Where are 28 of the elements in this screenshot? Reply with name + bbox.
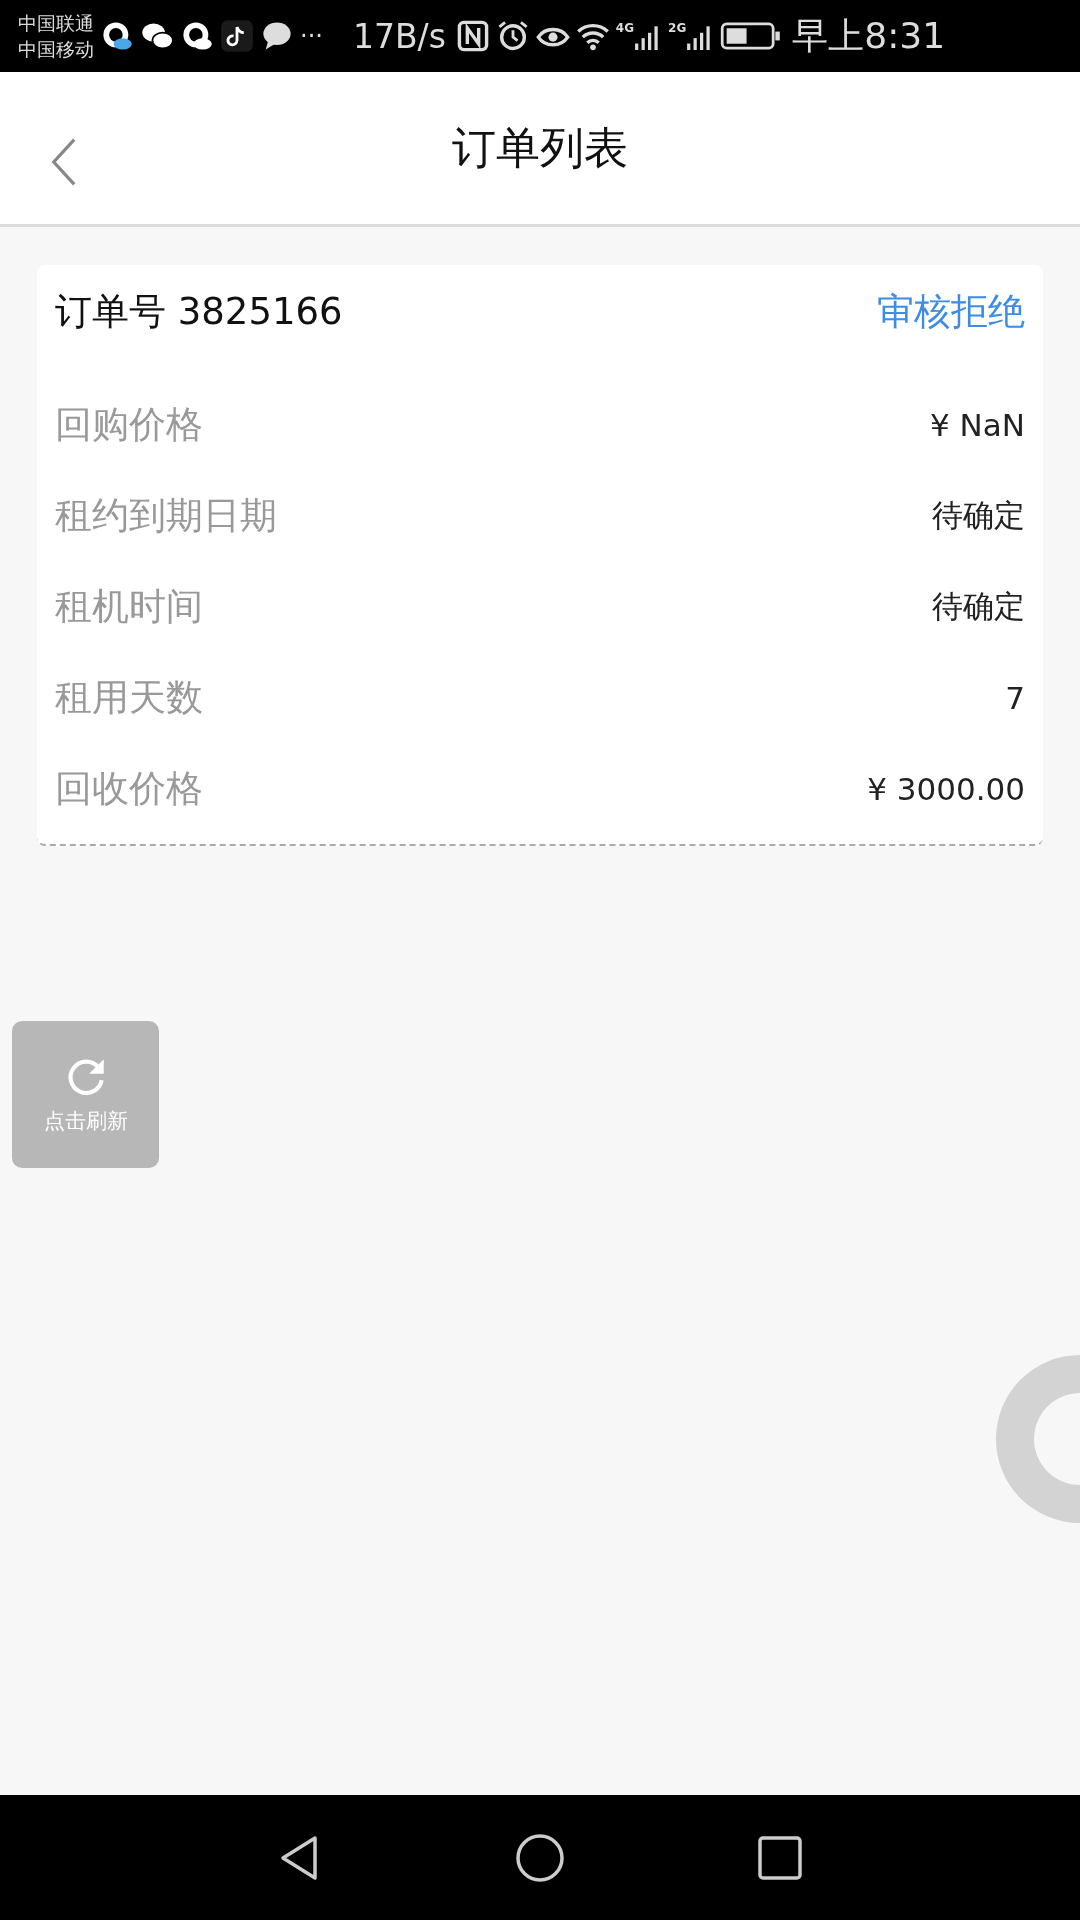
page-title: 订单列表: [452, 120, 628, 175]
app-icon: [180, 19, 214, 53]
clock-time: 早上8:31: [792, 13, 946, 58]
field-label: 回购价格: [55, 401, 203, 448]
order-status: 审核拒绝: [877, 289, 1025, 335]
order-card[interactable]: 订单号 3825166 审核拒绝 回购价格 ¥ NaN 租约到期日期 待确定 租机时间 待确定 租用天数 7 回收价格 ¥ 3000.00: [37, 265, 1043, 846]
network-type: 2G: [668, 21, 687, 35]
back-icon[interactable]: [50, 136, 78, 188]
field-value: ¥ NaN: [930, 406, 1025, 443]
music-note-icon: [220, 19, 254, 53]
field-value: 待确定: [932, 586, 1025, 626]
home-circle-icon[interactable]: [515, 1832, 565, 1883]
network-speed: 17B/s: [352, 16, 446, 56]
order-number: 订单号 3825166: [55, 289, 343, 335]
field-value: 7: [1005, 679, 1025, 716]
carrier-name: 中国联通: [18, 11, 94, 36]
field-label: 租约到期日期: [55, 492, 277, 539]
field-label: 租用天数: [55, 674, 203, 721]
field-label: 回收价格: [55, 765, 203, 812]
field-value: ¥ 3000.00: [867, 770, 1025, 807]
network-type: 4G: [615, 21, 635, 35]
nfc-icon: [455, 19, 490, 53]
field-value: 待确定: [932, 495, 1025, 535]
carrier-name: 中国移动: [18, 37, 94, 62]
more-notifications: ···: [300, 22, 323, 50]
battery-icon: [720, 19, 783, 53]
app-icon: [100, 19, 134, 53]
field-label: 租机时间: [55, 583, 203, 630]
